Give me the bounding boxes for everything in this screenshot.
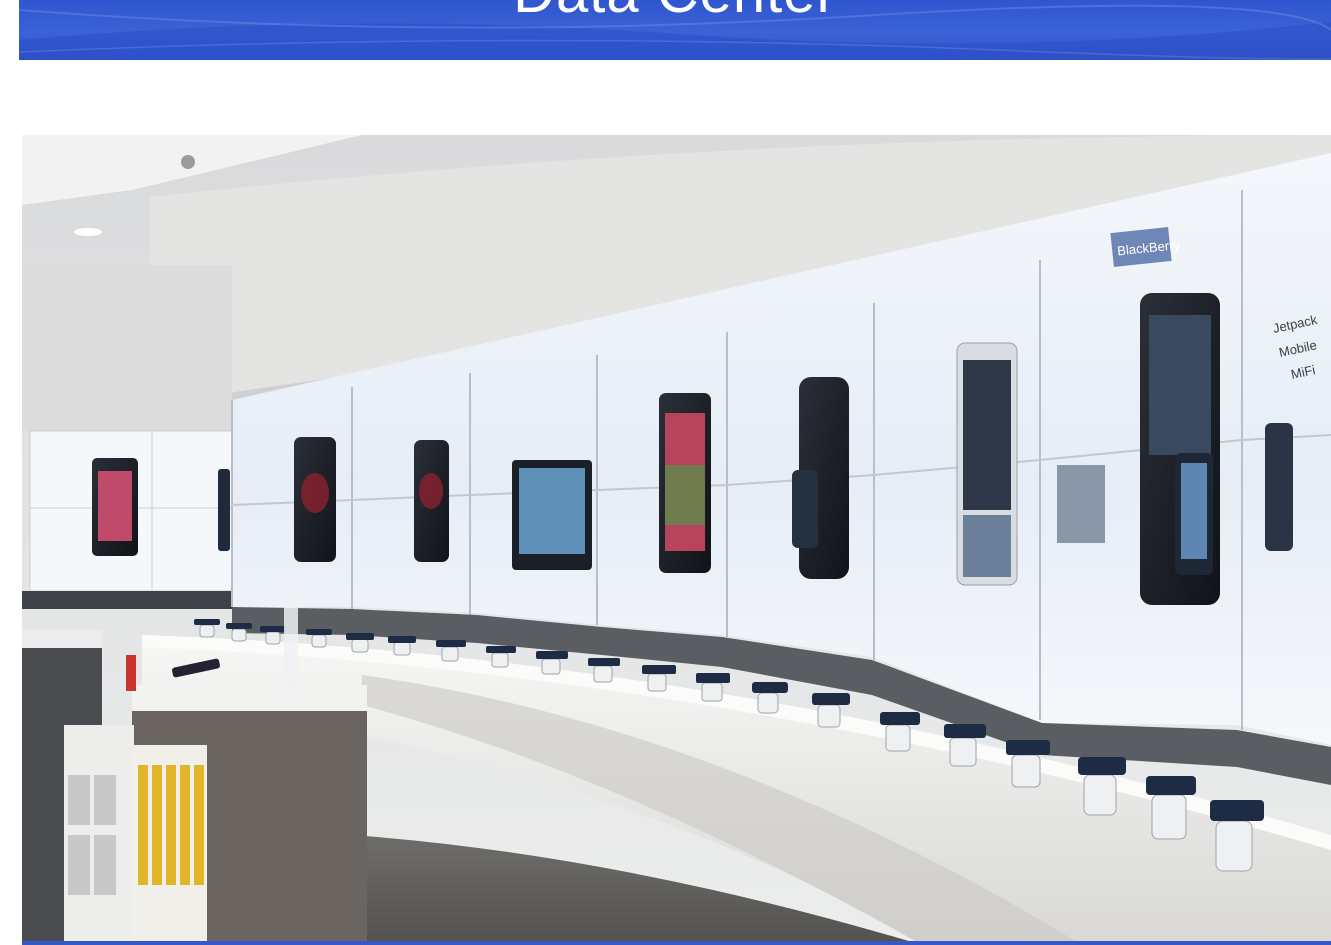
bottom-rule bbox=[22, 941, 1331, 945]
header-banner: Data Center bbox=[19, 0, 1331, 60]
hero-image: BlackBerry Jetpack Mobile MiFi bbox=[22, 135, 1331, 945]
retail-display-photo: BlackBerry Jetpack Mobile MiFi bbox=[22, 135, 1331, 945]
page: Data Center bbox=[0, 0, 1331, 945]
page-title: Data Center bbox=[19, 0, 1331, 28]
